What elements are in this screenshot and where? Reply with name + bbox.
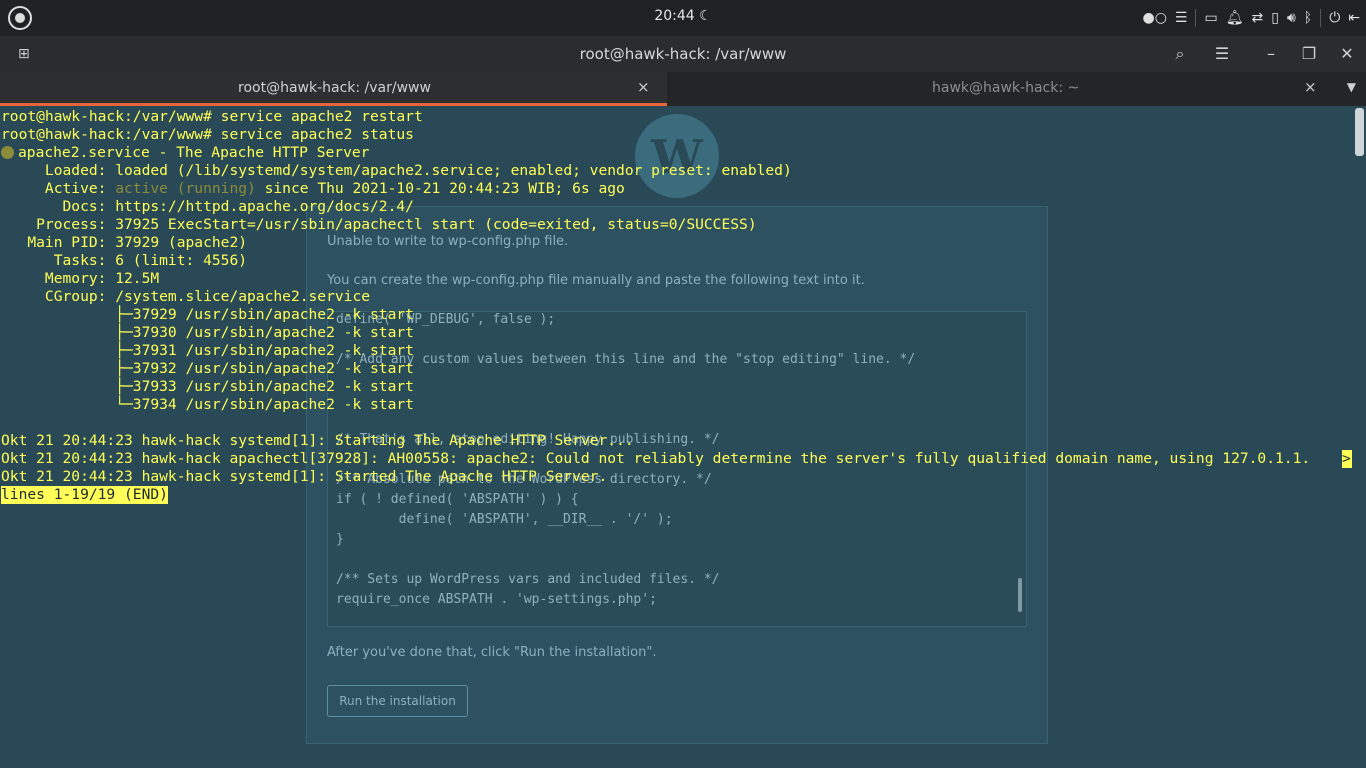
close-icon[interactable]: ✕ (1337, 44, 1357, 64)
active-state: active (running) (115, 180, 256, 197)
terminal-line: Memory: 12.5M (1, 270, 160, 287)
bluetooth-icon[interactable]: ᛒ (1304, 8, 1312, 28)
terminal-line: Process: 37925 ExecStart=/usr/sbin/apach… (1, 216, 757, 233)
terminal-line: root@hawk-hack:/var/www# service apache2… (1, 108, 423, 125)
tab-label: hawk@hawk-hack: ~ (932, 80, 1080, 96)
terminal-line: ├─37930 /usr/sbin/apache2 -k start (1, 324, 414, 341)
terminal-title-bar: ⊞ root@hawk-hack: /var/www ⌕ ☰ – ❐ ✕ (0, 36, 1366, 72)
terminal-line: ├─37933 /usr/sbin/apache2 -k start (1, 378, 414, 395)
toggle-icon[interactable]: ●○ (1142, 8, 1166, 28)
terminal-output[interactable]: root@hawk-hack:/var/www# service apache2… (0, 108, 1356, 768)
terminal-line: └─37934 /usr/sbin/apache2 -k start (1, 396, 414, 413)
tab-root-var-www[interactable]: root@hawk-hack: /var/www × (0, 72, 667, 106)
system-tray: ●○ ☰ ▭ 🔔︎ ⇄ ▯ 🔊︎ ᛒ ⏻ ⇤ (1142, 7, 1360, 29)
system-top-bar: 20:44 ☾ ●○ ☰ ▭ 🔔︎ ⇄ ▯ 🔊︎ ᛒ ⏻ ⇤ (0, 0, 1366, 36)
active-label: Active: (1, 180, 116, 197)
active-since: since Thu 2021-10-21 20:44:23 WIB; 6s ag… (255, 180, 625, 197)
terminal-line: root@hawk-hack:/var/www# service apache2… (1, 126, 414, 143)
terminal-line: Okt 21 20:44:23 hawk-hack systemd[1]: St… (1, 468, 608, 485)
service-title: apache2.service - The Apache HTTP Server (18, 144, 370, 161)
tray-divider (1320, 9, 1322, 27)
terminal-line: Tasks: 6 (limit: 4556) (1, 252, 248, 269)
terminal-line: Loaded: loaded (/lib/systemd/system/apac… (1, 162, 792, 179)
tab-list-dropdown-icon[interactable]: ▼ (1347, 80, 1356, 94)
tab-close-icon[interactable]: × (637, 78, 650, 96)
terminal-line: Okt 21 20:44:23 hawk-hack systemd[1]: St… (1, 432, 634, 449)
crescent-moon-icon: ☾ (699, 8, 712, 24)
terminal-line: Okt 21 20:44:23 hawk-hack apachectl[3792… (1, 450, 1353, 468)
tab-label: root@hawk-hack: /var/www (238, 80, 431, 96)
clock-time: 20:44 (654, 8, 695, 24)
overflow-marker: > (1342, 450, 1352, 468)
terminal-line: Docs: https://httpd.apache.org/docs/2.4/ (1, 198, 414, 215)
logout-icon[interactable]: ⇤ (1348, 8, 1360, 28)
bell-icon[interactable]: 🔔︎ (1226, 8, 1244, 28)
battery-icon[interactable]: ▯ (1271, 8, 1279, 28)
terminal-line: ├─37929 /usr/sbin/apache2 -k start (1, 306, 414, 323)
folder-icon[interactable]: ▭ (1204, 8, 1217, 28)
pager-status: lines 1-19/19 (END) (1, 486, 168, 504)
log-text: Okt 21 20:44:23 hawk-hack apachectl[3792… (1, 450, 1311, 467)
status-dot-icon (1, 146, 14, 159)
power-icon[interactable]: ⏻ (1329, 8, 1340, 28)
tab-hawk-home[interactable]: hawk@hawk-hack: ~ × (667, 72, 1335, 106)
maximize-icon[interactable]: ❐ (1299, 44, 1319, 64)
network-icon[interactable]: ⇄ (1252, 8, 1264, 28)
terminal-line: apache2.service - The Apache HTTP Server (1, 144, 369, 162)
terminal-line: CGroup: /system.slice/apache2.service (1, 288, 371, 305)
tab-bar: root@hawk-hack: /var/www × hawk@hawk-hac… (0, 72, 1366, 106)
terminal-line: Main PID: 37929 (apache2) (1, 234, 248, 251)
minimize-icon[interactable]: – (1261, 44, 1281, 64)
menu-icon[interactable]: ☰ (1175, 8, 1188, 28)
tray-divider (1195, 9, 1197, 27)
terminal-line: Active: active (running) since Thu 2021-… (1, 180, 625, 198)
terminal-scrollbar[interactable] (1355, 108, 1364, 156)
hamburger-menu-icon[interactable]: ☰ (1212, 44, 1232, 64)
tab-close-icon[interactable]: × (1304, 78, 1317, 96)
search-icon[interactable]: ⌕ (1170, 44, 1190, 64)
volume-icon[interactable]: 🔊︎ (1287, 8, 1296, 28)
terminal-line: ├─37931 /usr/sbin/apache2 -k start (1, 342, 414, 359)
window-title: root@hawk-hack: /var/www (579, 45, 787, 63)
terminal-line: ├─37932 /usr/sbin/apache2 -k start (1, 360, 414, 377)
